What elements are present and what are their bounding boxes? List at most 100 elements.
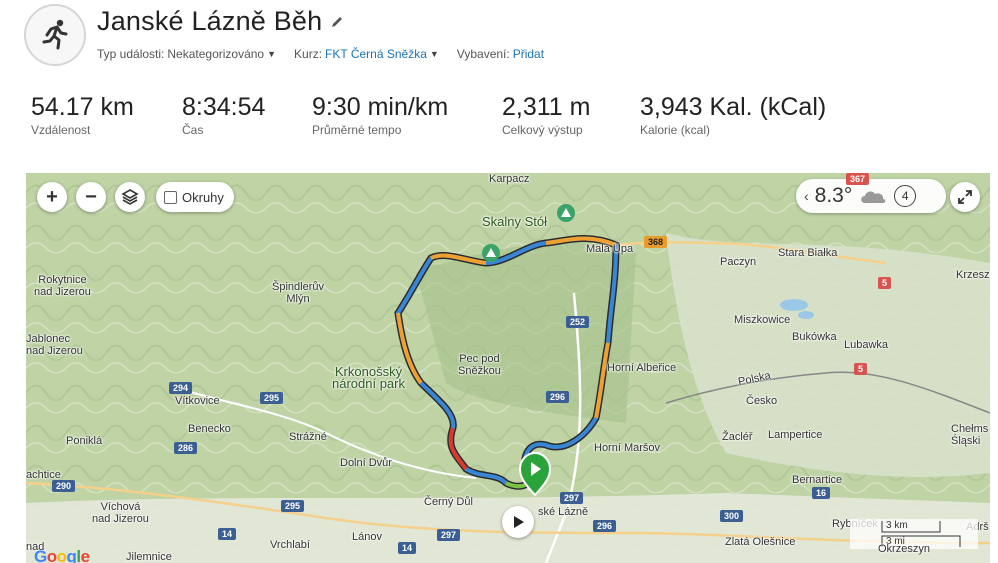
road-shield: 16 [812, 487, 831, 499]
map-label: Poniklá [66, 435, 103, 447]
map-label: Krkonošský národní park [332, 364, 405, 391]
weather-widget[interactable]: ‹ 8.3° 4 [796, 179, 946, 213]
road-shield: 368 [644, 236, 668, 248]
play-icon [514, 516, 524, 528]
road-shield: 296 [593, 520, 617, 532]
map-label: Pec pod Sněžkou [458, 353, 501, 377]
map-label: Miszkowice [734, 314, 791, 326]
map-label: Lampertice [768, 429, 823, 441]
road-shield: 367 [846, 173, 870, 185]
map-label: Česko [746, 395, 778, 407]
activity-map[interactable]: + − Okruhy ‹ 8.3° 4 Karpacz Skalny Stół … [26, 173, 990, 563]
map-label: Bernartice [792, 474, 843, 486]
stat-value: 2,311 m [502, 93, 591, 121]
zoom-in-button[interactable]: + [37, 182, 67, 212]
road-shield: 14 [218, 528, 237, 540]
map-label: Černý Důl [424, 496, 473, 508]
map-label: Malá Úpa [586, 243, 634, 255]
road-shield: 294 [169, 382, 193, 394]
road-shield: 286 [174, 442, 198, 454]
map-label: Strážné [289, 431, 327, 443]
course-label: Kurz: [294, 47, 323, 61]
map-label: Zlatá Olešnice [725, 536, 796, 548]
road-shield: 5 [854, 363, 868, 375]
course: Kurz: FKT Černá Sněžka ▼ [294, 47, 439, 61]
add-gear-link[interactable]: Přidat [513, 47, 544, 61]
zoom-out-button[interactable]: − [76, 182, 106, 212]
wind-speed-badge: 4 [894, 185, 917, 207]
road-shield: 252 [566, 316, 590, 328]
map-label: Stara Białka [778, 247, 838, 259]
stat-time: 8:34:54 Čas [182, 92, 265, 137]
layers-button[interactable] [115, 182, 145, 212]
map-label: Jablonec nad Jizerou [26, 333, 83, 357]
google-logo: Google [34, 547, 90, 563]
course-link[interactable]: FKT Černá Sněžka [325, 47, 427, 61]
stat-label: Vzdálenost [31, 123, 91, 137]
map-label: Žacléř [722, 431, 753, 443]
road-shield: 295 [260, 392, 284, 404]
stat-distance: 54.17 km Vzdálenost [31, 92, 134, 137]
road-shield: 5 [878, 277, 892, 289]
stat-label: Čas [182, 123, 204, 137]
map-label: Víchová nad Jizerou [92, 501, 149, 525]
event-type-label: Typ události: [97, 47, 165, 61]
map-label: Benecko [188, 423, 231, 435]
chevron-down-icon[interactable]: ▼ [430, 49, 439, 59]
stat-label: Průměrné tempo [312, 123, 402, 137]
road-shield: 14 [398, 542, 417, 554]
event-type: Typ události: Nekategorizováno ▼ [97, 47, 276, 61]
chevron-left-icon[interactable]: ‹ [804, 188, 809, 204]
map-label: Horní Albeřice [607, 362, 677, 374]
map-label: Lánov [352, 531, 382, 543]
activity-title: Janské Lázně Běh [97, 6, 323, 36]
stat-elevation-gain: 2,311 m Celkový výstup [502, 92, 590, 137]
road-shield: 296 [546, 391, 570, 403]
stat-value: 8:34:54 [182, 93, 266, 121]
laps-label: Okruhy [182, 189, 224, 205]
map-label: Paczyn [720, 256, 757, 268]
map-label: Krzeszó [956, 269, 990, 281]
map-label: Karpacz [489, 173, 530, 185]
event-type-value[interactable]: Nekategorizováno [167, 47, 264, 61]
stat-label: Kalorie (kcal) [640, 123, 711, 137]
map-label: Vítkovice [175, 395, 220, 407]
chevron-down-icon[interactable]: ▼ [267, 49, 276, 59]
stat-calories: 3,943 Kal. (kCal) Kalorie (kcal) [640, 92, 826, 137]
laps-toggle[interactable]: Okruhy [156, 182, 234, 212]
map-label: Rokytnice nad Jizerou [34, 274, 91, 298]
map-label: Okrzeszyn [878, 543, 930, 555]
stat-value: 9:30 min/km [312, 93, 449, 121]
play-route-button[interactable] [502, 506, 534, 538]
stat-value: 3,943 Kal. (kCal) [640, 93, 827, 121]
map-label: ské Lázně [538, 506, 589, 518]
road-shield: 297 [560, 492, 584, 504]
expand-icon [958, 190, 972, 204]
terrain-base [26, 173, 990, 563]
map-label: Bukówka [792, 331, 837, 343]
stat-pace: 9:30 min/km Průměrné tempo [312, 92, 448, 137]
road-shield: 300 [720, 510, 744, 522]
map-label: Chełms Śląski [951, 423, 989, 447]
stat-label: Celkový výstup [502, 123, 583, 137]
road-shield: 290 [52, 480, 76, 492]
running-activity-icon [24, 4, 86, 66]
road-shield: 295 [281, 500, 305, 512]
map-label: Špindlerův Mlýn [272, 281, 324, 305]
pencil-icon[interactable] [330, 15, 344, 29]
map-label: Skalny Stół [482, 214, 548, 229]
map-label: Lubawka [844, 339, 889, 351]
weather-temperature: 8.3° [814, 184, 853, 207]
map-label: Jilemnice [126, 551, 172, 563]
fullscreen-button[interactable] [950, 182, 980, 212]
gear: Vybavení: Přidat [457, 47, 544, 61]
gear-label: Vybavení: [456, 47, 510, 61]
stat-value: 54.17 km [31, 93, 134, 121]
map-label: Dolní Dvůr [340, 457, 392, 469]
cloud-icon [861, 191, 886, 203]
map-label: Vrchlabí [270, 539, 310, 551]
map-label: Horní Maršov [594, 442, 661, 454]
scale-metric: 3 km [886, 520, 908, 531]
road-shield: 297 [437, 529, 461, 541]
laps-checkbox[interactable] [164, 190, 177, 204]
